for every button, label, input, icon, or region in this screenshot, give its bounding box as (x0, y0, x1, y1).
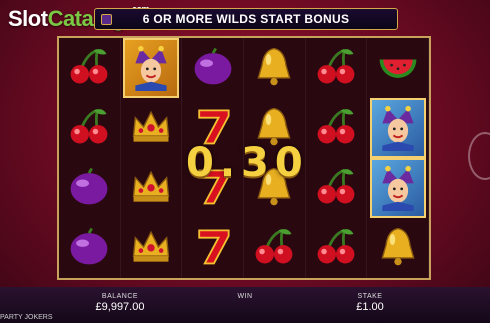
cherry-symbol-icon (251, 223, 297, 274)
joker-wild-symbol (122, 38, 179, 98)
bell-symbol-icon (375, 223, 421, 274)
reel-cell (59, 218, 121, 278)
win-amount-display: 0.30 (186, 140, 309, 186)
balance-value: £9,997.00 (95, 301, 145, 313)
bonus-banner-text: 6 OR MORE WILDS START BONUS (142, 12, 350, 26)
banner-icon (101, 14, 112, 25)
stake-label: STAKE (357, 293, 383, 300)
reel-cell (59, 38, 121, 98)
bonus-banner: 6 OR MORE WILDS START BONUS (94, 8, 398, 30)
reel-cell (367, 98, 429, 158)
plum-symbol-icon (66, 163, 112, 214)
cherry-symbol-icon (313, 163, 359, 214)
reel-cell (367, 38, 429, 98)
balance-label: BALANCE (101, 293, 139, 300)
crown-symbol-icon (128, 223, 174, 274)
reel-cell (59, 158, 121, 218)
game-name: PARTY JOKERS (0, 314, 53, 321)
plum-symbol-icon (66, 223, 112, 274)
stake-stat[interactable]: STAKE £1.00 (345, 293, 395, 313)
cherry-symbol-icon (313, 103, 359, 154)
watermelon-symbol-icon (375, 43, 421, 94)
reel-cell (306, 38, 368, 98)
reel-cell (182, 38, 244, 98)
joker-wild-symbol (369, 98, 426, 158)
reel-cell (121, 158, 183, 218)
seven-symbol-icon (190, 223, 236, 274)
cherry-symbol-icon (66, 103, 112, 154)
reel-cell (367, 158, 429, 218)
crown-symbol-icon (128, 163, 174, 214)
reel-cell (182, 218, 244, 278)
cherry-symbol-icon (66, 43, 112, 94)
plum-symbol-icon (190, 43, 236, 94)
reel-cell (121, 218, 183, 278)
cherry-symbol-icon (313, 223, 359, 274)
reel-cell (244, 218, 306, 278)
crown-symbol-icon (128, 103, 174, 154)
reel-cell (59, 98, 121, 158)
reel-cell (306, 218, 368, 278)
spin-button[interactable] (468, 132, 490, 180)
joker-wild-symbol (369, 158, 426, 218)
win-label: WIN (237, 293, 253, 300)
footer-bar: BALANCE £9,997.00 WIN STAKE £1.00 PARTY … (0, 287, 490, 323)
reel-cell (244, 38, 306, 98)
balance-stat: BALANCE £9,997.00 (95, 293, 145, 313)
win-stat: WIN (230, 293, 260, 300)
reel-cell (121, 38, 183, 98)
bell-symbol-icon (251, 43, 297, 94)
reel-cell (121, 98, 183, 158)
reel-cell (306, 158, 368, 218)
cherry-symbol-icon (313, 43, 359, 94)
reel-cell (367, 218, 429, 278)
stake-value[interactable]: £1.00 (345, 301, 395, 313)
reel-cell (306, 98, 368, 158)
